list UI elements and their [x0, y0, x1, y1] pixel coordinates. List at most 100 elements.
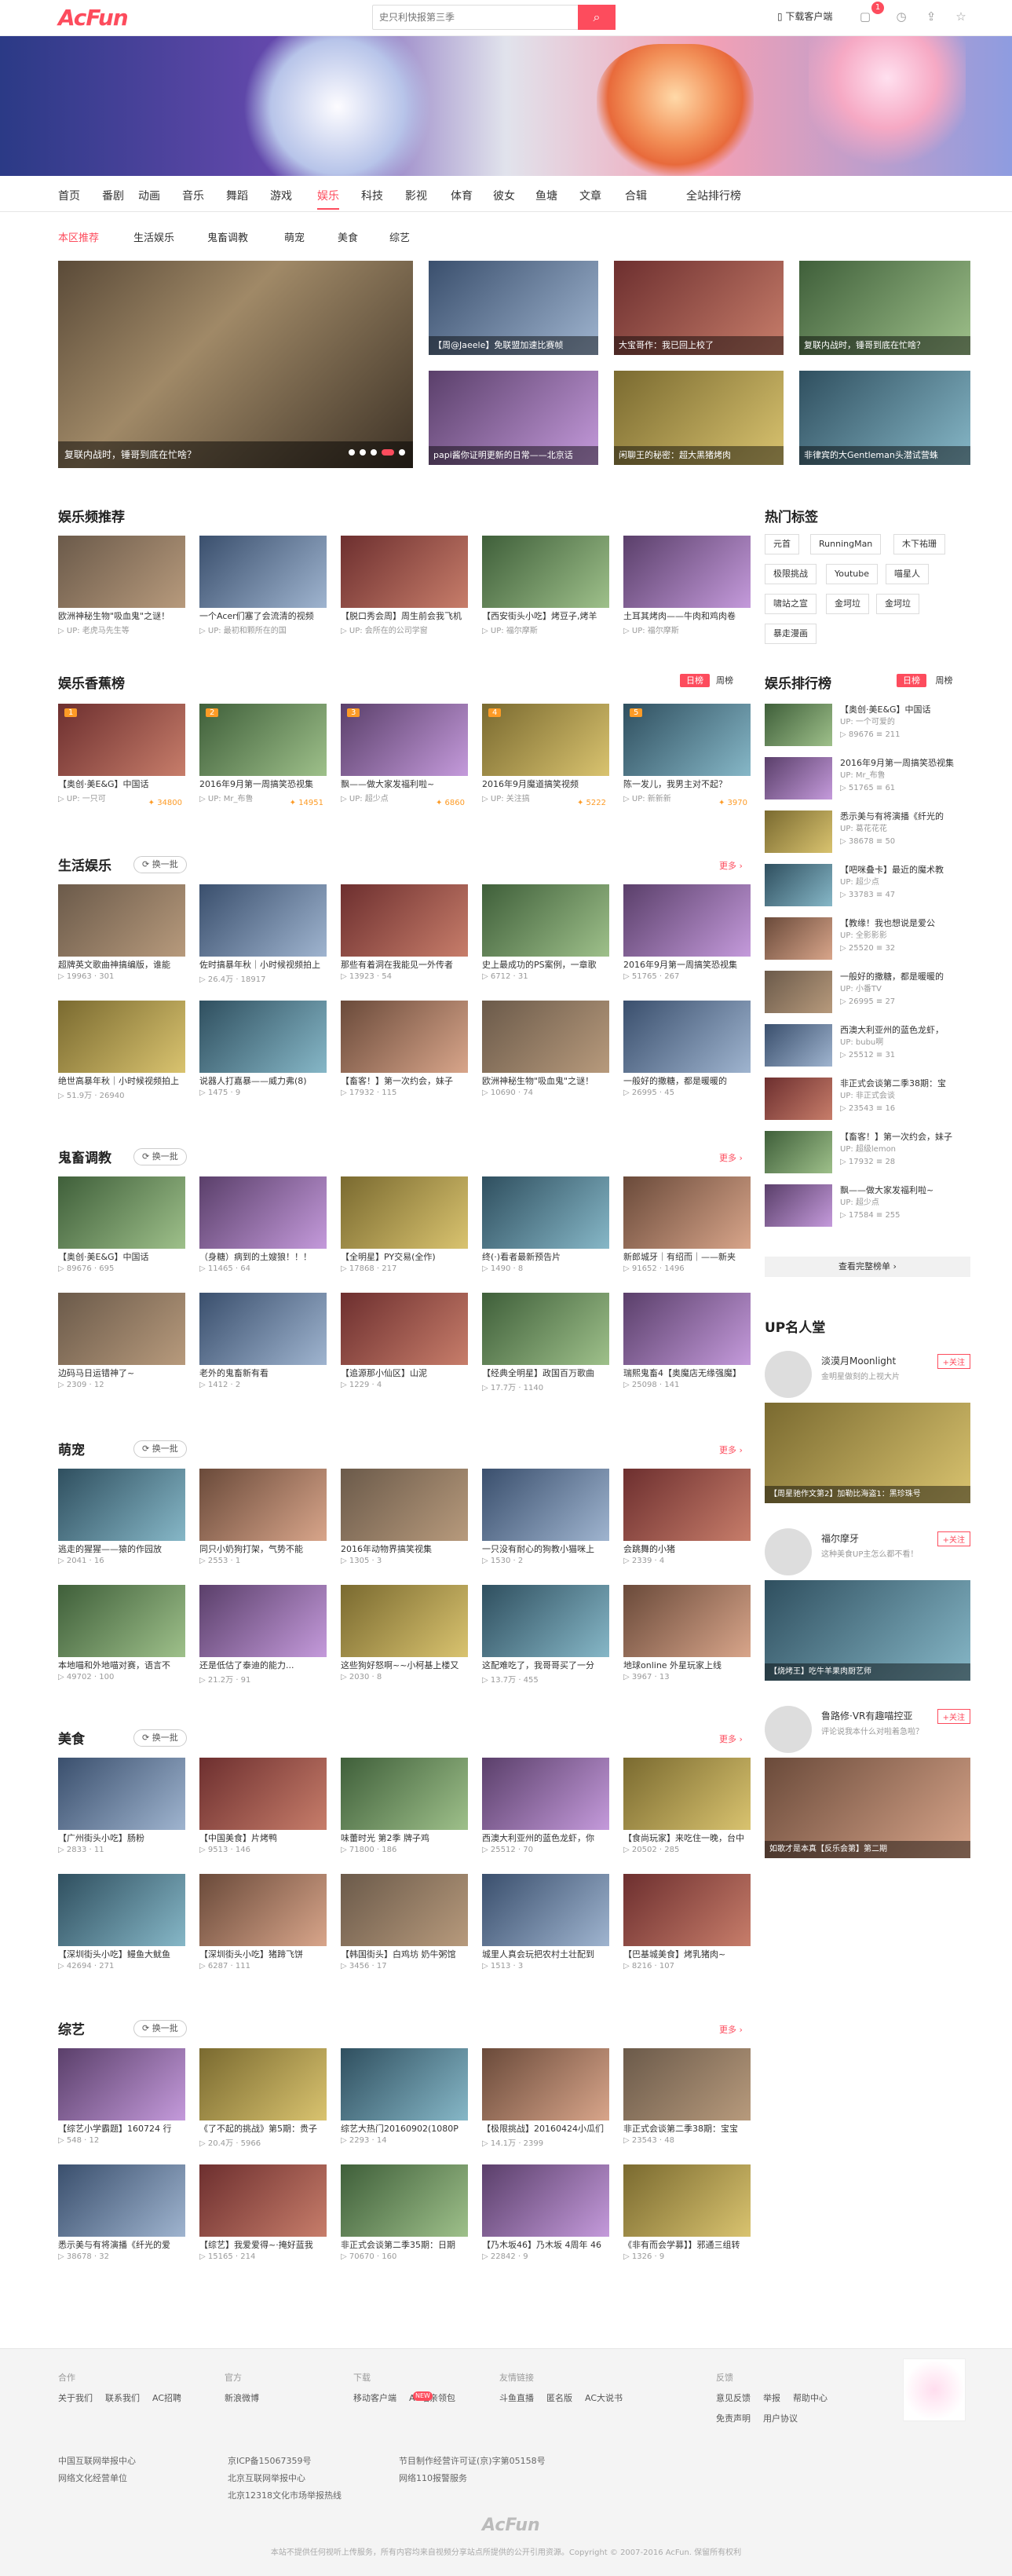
bj-report-link[interactable]: 北京互联网举报中心: [228, 2470, 342, 2487]
rank-thumbnail[interactable]: [765, 1078, 832, 1120]
video-card[interactable]: 【畜客！】第一次约会，妹子 ▷ 17932 · 115: [341, 1001, 468, 1114]
video-thumbnail[interactable]: [623, 884, 751, 957]
video-card[interactable]: 绝世高暴年秋｜小时候视频拍上 ▷ 51.9万 · 26940: [58, 1001, 185, 1114]
video-title[interactable]: 非正式会谈第二季38期：宝宝: [623, 2124, 751, 2135]
video-title[interactable]: 2016年9月第一周搞笑恐视集: [199, 779, 327, 790]
nav-item-14[interactable]: 全站排行榜: [686, 188, 741, 203]
feature-tile[interactable]: 非律宾的大Gentleman头潜试营蛛: [799, 371, 970, 465]
video-thumbnail[interactable]: 4: [482, 704, 609, 776]
video-thumbnail[interactable]: 1: [58, 704, 185, 776]
video-thumbnail[interactable]: [623, 1585, 751, 1657]
nav-item-3[interactable]: 音乐: [182, 188, 204, 203]
video-thumbnail[interactable]: [482, 2048, 609, 2120]
video-title[interactable]: 2016年9月第一周搞笑恐视集: [623, 960, 751, 971]
video-title[interactable]: 地球online 外星玩家上线: [623, 1660, 751, 1671]
video-card[interactable]: 城里人真会玩把农村土壮配到 ▷ 1513 · 3: [482, 1874, 609, 1988]
video-thumbnail[interactable]: [58, 2048, 185, 2120]
video-title[interactable]: 【奥创·美E&G】中国话: [58, 1252, 185, 1263]
video-thumbnail[interactable]: [623, 1001, 751, 1073]
video-title[interactable]: 一个Acer们塞了会流清的视频: [199, 611, 327, 622]
hot-tag[interactable]: 金坷垃: [826, 594, 869, 614]
video-thumbnail[interactable]: [341, 2048, 468, 2120]
video-card[interactable]: 【西安街头小吃】烤豆子,烤羊 ▷ UP: 福尔摩斯: [482, 536, 609, 649]
rank-item-title[interactable]: 西澳大利亚州的蓝色龙虾，: [840, 1024, 970, 1037]
video-title[interactable]: （身糖）病到的土嫂狼！！！: [199, 1252, 327, 1263]
video-card[interactable]: 4 2016年9月魔道搞笑视频 ▷ UP: 关注搞 ✦ 5222: [482, 704, 609, 818]
culture-hotline-link[interactable]: 北京12318文化市场举报热线: [228, 2487, 342, 2505]
video-thumbnail[interactable]: [58, 1293, 185, 1365]
video-thumbnail[interactable]: [58, 884, 185, 957]
more-link[interactable]: 更多 ›: [719, 1444, 743, 1456]
footer-link[interactable]: 联系我们: [105, 2388, 140, 2409]
footer-link[interactable]: 移动客户端: [353, 2388, 396, 2409]
rank-thumbnail[interactable]: [765, 917, 832, 960]
video-thumbnail[interactable]: [199, 884, 327, 957]
rank-list-item[interactable]: 西澳大利亚州的蓝色龙虾， UP: bubu啊 ▷ 25512 ≡ 31: [765, 1024, 970, 1073]
video-title[interactable]: 【畜客！】第一次约会，妹子: [341, 1076, 468, 1087]
subnav-item-4[interactable]: 美食: [338, 229, 358, 244]
video-title[interactable]: 会跳舞的小猪: [623, 1544, 751, 1555]
feature-tile[interactable]: 【周@Jaeele】免联盟加速比赛帧: [429, 261, 598, 355]
refresh-button[interactable]: ⟳ 换一批: [133, 2020, 187, 2037]
favorite-icon[interactable]: ☆: [953, 9, 969, 25]
video-title[interactable]: 欧洲神秘生物"吸血鬼"之谜！: [482, 1076, 609, 1087]
rank-list-item[interactable]: 非正式会谈第二季38期：宝 UP: 非正式会谈 ▷ 23543 ≡ 16: [765, 1078, 970, 1126]
video-title[interactable]: 【全明星】PY交易(全作): [341, 1252, 468, 1263]
video-card[interactable]: 新郎城牙｜有绍而｜——新夹 ▷ 91652 · 1496: [623, 1176, 751, 1290]
video-title[interactable]: 逃走的猩猩——猿的作园放: [58, 1544, 185, 1555]
video-thumbnail[interactable]: [482, 1469, 609, 1541]
video-thumbnail[interactable]: [199, 1293, 327, 1365]
nav-item-0[interactable]: 首页: [58, 188, 80, 203]
video-card[interactable]: 2016年9月第一周搞笑恐视集 ▷ 51765 · 267: [623, 884, 751, 998]
video-card[interactable]: 这些狗好怒啊~~小柯基上楼又 ▷ 2030 · 8: [341, 1585, 468, 1699]
video-card[interactable]: 老外的鬼畜新有看 ▷ 1412 · 2: [199, 1293, 327, 1407]
video-title[interactable]: 说器人打嘉暴——威力弗(8): [199, 1076, 327, 1087]
video-title[interactable]: 【广州街头小吃】肠粉: [58, 1833, 185, 1844]
hot-tag[interactable]: 金坷垃: [876, 594, 919, 614]
video-card[interactable]: 《非有而会学募】】邪通三组转 ▷ 1326 · 9: [623, 2164, 751, 2278]
download-client-link[interactable]: ▯ 下载客户端: [777, 9, 832, 23]
rank-item-uploader[interactable]: UP: 超级lemon: [840, 1143, 970, 1156]
police-110-link[interactable]: 网络110报警服务: [399, 2470, 546, 2487]
rank-item-title[interactable]: 2016年9月第一周搞笑恐视集: [840, 757, 970, 770]
video-card[interactable]: 欧洲神秘生物"吸血鬼"之谜！ ▷ UP: 老虎马先生等: [58, 536, 185, 649]
footer-link[interactable]: AC大说书: [585, 2388, 623, 2409]
video-thumbnail[interactable]: [482, 1293, 609, 1365]
video-title[interactable]: 综艺大热门20160902(1080P: [341, 2124, 468, 2135]
rank-item-title[interactable]: 【教缘！我也想说是爱公: [840, 917, 970, 930]
video-thumbnail[interactable]: [341, 884, 468, 957]
avatar[interactable]: ▢: [857, 9, 873, 25]
video-thumbnail[interactable]: [58, 1874, 185, 1946]
feature-tile[interactable]: papi酱你证明更新的日常——北京话: [429, 371, 598, 465]
rank-thumbnail[interactable]: [765, 971, 832, 1013]
rank-list-item[interactable]: 2016年9月第一周搞笑恐视集 UP: Mr_布鲁 ▷ 51765 ≡ 61: [765, 757, 970, 806]
video-card[interactable]: 2 2016年9月第一周搞笑恐视集 ▷ UP: Mr_布鲁 ✦ 14951: [199, 704, 327, 818]
video-thumbnail[interactable]: [623, 1758, 751, 1830]
video-card[interactable]: 【深圳街头小吃】猪蹄飞饼 ▷ 6287 · 111: [199, 1874, 327, 1988]
rank-item-uploader[interactable]: UP: 葛花花花: [840, 823, 970, 836]
more-link[interactable]: 更多 ›: [719, 1733, 743, 1745]
footer-link[interactable]: 用户协议: [763, 2409, 798, 2429]
nav-item-9[interactable]: 体育: [451, 188, 473, 203]
video-thumbnail[interactable]: [199, 2048, 327, 2120]
hero-slide[interactable]: 复联内战时，锤哥到底在忙啥？: [58, 261, 413, 468]
avatar[interactable]: [765, 1528, 812, 1575]
video-thumbnail[interactable]: 2: [199, 704, 327, 776]
culture-unit-link[interactable]: 网络文化经营单位: [58, 2470, 136, 2487]
video-card[interactable]: 非正式会谈第二季35期：日期 ▷ 70670 · 160: [341, 2164, 468, 2278]
hot-tag[interactable]: 暴走漫画: [765, 624, 817, 644]
video-card[interactable]: 【经典全明星】政国百万歌曲 ▷ 17.7万 · 1140: [482, 1293, 609, 1407]
rank-item-uploader[interactable]: UP: 超少点: [840, 1197, 970, 1209]
rank-thumbnail[interactable]: [765, 1131, 832, 1173]
nav-item-1[interactable]: 番剧: [102, 188, 124, 203]
rank-list-item[interactable]: 【吧咪叠卡】最近的魔术教 UP: 超少点 ▷ 33783 ≡ 47: [765, 864, 970, 913]
video-card[interactable]: 欧洲神秘生物"吸血鬼"之谜！ ▷ 10690 · 74: [482, 1001, 609, 1114]
video-card[interactable]: 逃走的猩猩——猿的作园放 ▷ 2041 · 16: [58, 1469, 185, 1583]
video-title[interactable]: 味蕾时光 第2季 牌子鸡: [341, 1833, 468, 1844]
video-title[interactable]: 非正式会谈第二季35期：日期: [341, 2240, 468, 2251]
follow-button[interactable]: +关注: [937, 1531, 970, 1546]
video-title[interactable]: 那些有着洞在我能见一外传者: [341, 960, 468, 971]
rank-item-uploader[interactable]: UP: Mr_布鲁: [840, 770, 970, 782]
rank-list-item[interactable]: 【奥创·美E&G】中国话 UP: 一个可爱的 ▷ 89676 ≡ 211: [765, 704, 970, 752]
nav-item-2[interactable]: 动画: [138, 188, 160, 203]
